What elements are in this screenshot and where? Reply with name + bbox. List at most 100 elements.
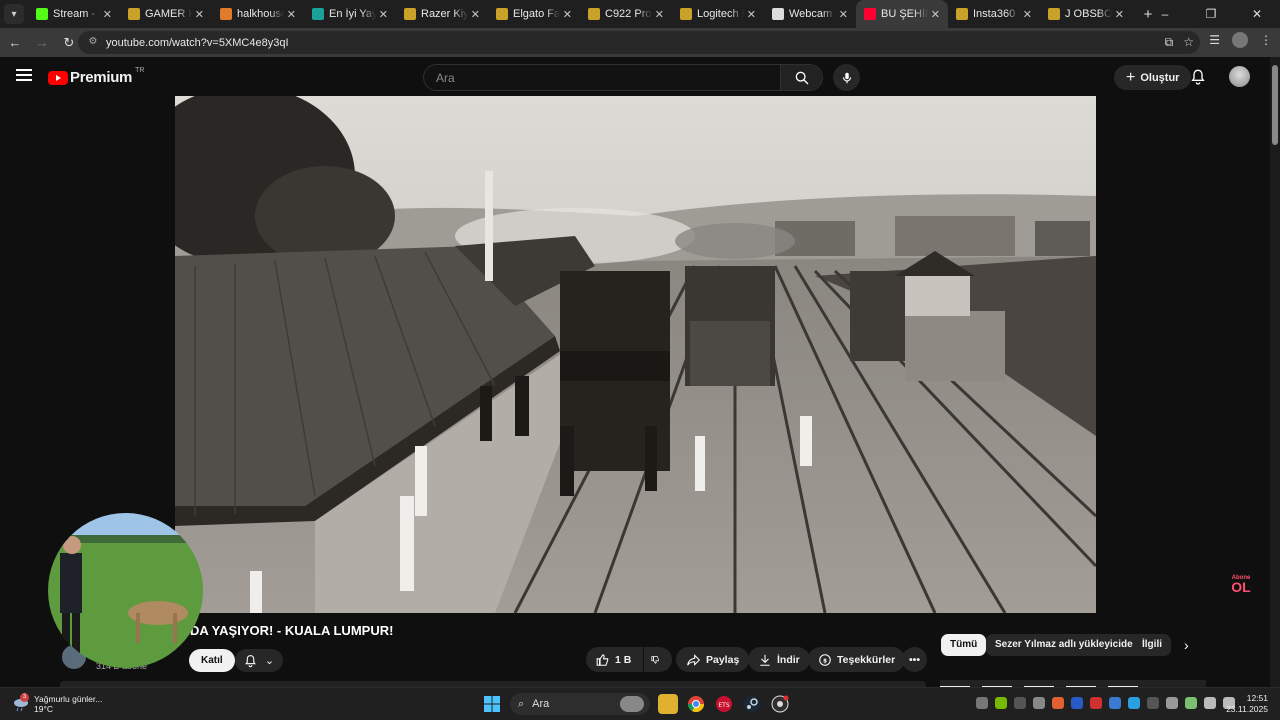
- account-avatar[interactable]: [1229, 66, 1250, 87]
- voice-search-button[interactable]: [833, 64, 860, 91]
- create-label: Oluştur: [1140, 71, 1180, 84]
- minimize-button[interactable]: –: [1142, 0, 1188, 28]
- weather-badge: 3: [20, 693, 29, 702]
- tab-search-button[interactable]: ▾: [4, 4, 24, 24]
- chevron-right-icon[interactable]: ›: [1184, 637, 1189, 653]
- tab-close-icon[interactable]: ✕: [931, 8, 940, 21]
- browser-tab[interactable]: Stream - Kick✕: [28, 0, 120, 28]
- download-button[interactable]: İndir: [748, 647, 810, 672]
- tray-app-icon[interactable]: [1090, 697, 1102, 709]
- logo-text: Premium: [70, 69, 133, 86]
- tab-close-icon[interactable]: ✕: [1115, 8, 1124, 21]
- tray-app-icon[interactable]: [1014, 697, 1026, 709]
- more-actions-button[interactable]: •••: [902, 647, 927, 672]
- tab-close-icon[interactable]: ✕: [471, 8, 480, 21]
- start-button[interactable]: [482, 694, 502, 714]
- system-clock[interactable]: 12:51 23.11.2025: [1226, 693, 1268, 715]
- tab-title: C922 Pro, -: [605, 8, 652, 20]
- tray-app-icon[interactable]: [1071, 697, 1083, 709]
- weather-widget[interactable]: 3 Yağmurlu günler... 19°C: [12, 693, 102, 714]
- search-input[interactable]: Ara: [424, 71, 780, 85]
- browser-tab[interactable]: Razer Kiyo Pro✕: [396, 0, 488, 28]
- url-field[interactable]: ⚙ youtube.com/watch?v=5XMC4e8y3qI ⧉ ☆: [78, 31, 1200, 54]
- thanks-button[interactable]: $ Teşekkürler: [808, 647, 906, 672]
- weather-temperature: 19°C: [34, 704, 53, 714]
- browser-tab[interactable]: Logitech Brio✕: [672, 0, 764, 28]
- browser-tab[interactable]: En İyi Yayıncı✕: [304, 0, 396, 28]
- tab-close-icon[interactable]: ✕: [747, 8, 756, 21]
- tray-app-icon[interactable]: [1033, 697, 1045, 709]
- tab-close-icon[interactable]: ✕: [655, 8, 664, 21]
- chevron-up-icon[interactable]: [1147, 697, 1159, 709]
- subscribe-watermark[interactable]: Abone OL: [1228, 574, 1254, 596]
- steam-icon[interactable]: [742, 694, 762, 714]
- back-button[interactable]: ←: [3, 35, 27, 50]
- tab-close-icon[interactable]: ✕: [839, 8, 848, 21]
- tab-title: J OBSBOT Tiny: [1065, 8, 1112, 20]
- tab-close-icon[interactable]: ✕: [287, 8, 296, 21]
- nvidia-icon[interactable]: [995, 697, 1007, 709]
- hamburger-menu-icon[interactable]: [16, 69, 32, 81]
- create-button[interactable]: + Oluştur: [1114, 65, 1192, 90]
- page-scrollbar[interactable]: [1270, 57, 1280, 687]
- browser-tab[interactable]: Elgato Facecam✕: [488, 0, 580, 28]
- tab-close-icon[interactable]: ✕: [103, 8, 112, 21]
- youtube-premium-logo[interactable]: Premium TR: [48, 67, 144, 86]
- subscription-bell-button[interactable]: ⌄: [235, 649, 283, 672]
- join-button[interactable]: Katıl: [189, 649, 235, 672]
- kick-icon: [36, 8, 48, 20]
- browser-tab[interactable]: J OBSBOT Tiny✕: [1040, 0, 1132, 28]
- search-box[interactable]: Ara: [423, 64, 823, 91]
- like-count: 1 B: [615, 653, 632, 666]
- ets-app-icon[interactable]: ETS: [714, 694, 734, 714]
- clock-time: 12:51: [1246, 693, 1268, 703]
- tray-app-icon[interactable]: [976, 697, 988, 709]
- browser-tab[interactable]: C922 Pro, -✕: [580, 0, 672, 28]
- recommended-thumbnail[interactable]: [940, 680, 1206, 687]
- scrollbar-thumb[interactable]: [1272, 65, 1278, 145]
- browser-menu-icon[interactable]: ⋮: [1260, 33, 1272, 47]
- search-highlight-image: [620, 696, 644, 712]
- tab-close-icon[interactable]: ✕: [379, 8, 388, 21]
- share-button[interactable]: Paylaş: [676, 647, 750, 672]
- close-window-button[interactable]: ✕: [1234, 0, 1280, 28]
- chip-all[interactable]: Tümü: [941, 634, 987, 656]
- chip-from-uploader[interactable]: Sezer Yılmaz adlı yükleyiciden: [986, 634, 1148, 656]
- browser-tab[interactable]: BU ŞEHİR ✕: [856, 0, 948, 28]
- chip-related[interactable]: İlgili: [1133, 634, 1171, 656]
- tray-app-icon[interactable]: [1109, 697, 1121, 709]
- browser-tab[interactable]: Insta360 Link✕: [948, 0, 1040, 28]
- obs-icon[interactable]: [770, 694, 790, 714]
- file-explorer-icon[interactable]: [658, 694, 678, 714]
- browser-tab[interactable]: GAMER KAMERA✕: [120, 0, 212, 28]
- chrome-icon[interactable]: [686, 694, 706, 714]
- dice-icon: [496, 8, 508, 20]
- tab-close-icon[interactable]: ✕: [195, 8, 204, 21]
- browser-tab[interactable]: Webcam mu✕: [764, 0, 856, 28]
- tray-app-icon[interactable]: [1185, 697, 1197, 709]
- taskbar-search[interactable]: ⌕ Ara: [510, 693, 650, 715]
- telegram-icon[interactable]: [1128, 697, 1140, 709]
- bookmark-star-icon[interactable]: ☆: [1183, 35, 1194, 50]
- tab-title: Logitech Brio: [697, 8, 744, 20]
- tab-close-icon[interactable]: ✕: [563, 8, 572, 21]
- tab-close-icon[interactable]: ✕: [1023, 8, 1032, 21]
- profile-avatar[interactable]: [1232, 32, 1248, 48]
- reading-list-icon[interactable]: ☰: [1209, 33, 1220, 47]
- video-player[interactable]: [175, 96, 1096, 613]
- like-button[interactable]: 1 B: [586, 647, 643, 672]
- notifications-button[interactable]: [1190, 68, 1206, 91]
- browser-tab[interactable]: halkhouse Web✕: [212, 0, 304, 28]
- video-frame-historic-railway-station: [175, 96, 1096, 613]
- youtube-icon: [864, 8, 876, 20]
- microphone-icon[interactable]: [1166, 697, 1178, 709]
- site-info-icon[interactable]: ⚙: [86, 36, 100, 50]
- forward-button[interactable]: →: [30, 35, 54, 50]
- dislike-button[interactable]: [644, 647, 672, 672]
- bell-icon: [245, 654, 256, 667]
- maximize-button[interactable]: ❐: [1188, 0, 1234, 28]
- search-button[interactable]: [780, 65, 822, 90]
- tray-app-icon[interactable]: [1052, 697, 1064, 709]
- network-icon[interactable]: [1204, 697, 1216, 709]
- cast-icon[interactable]: ⧉: [1165, 35, 1174, 50]
